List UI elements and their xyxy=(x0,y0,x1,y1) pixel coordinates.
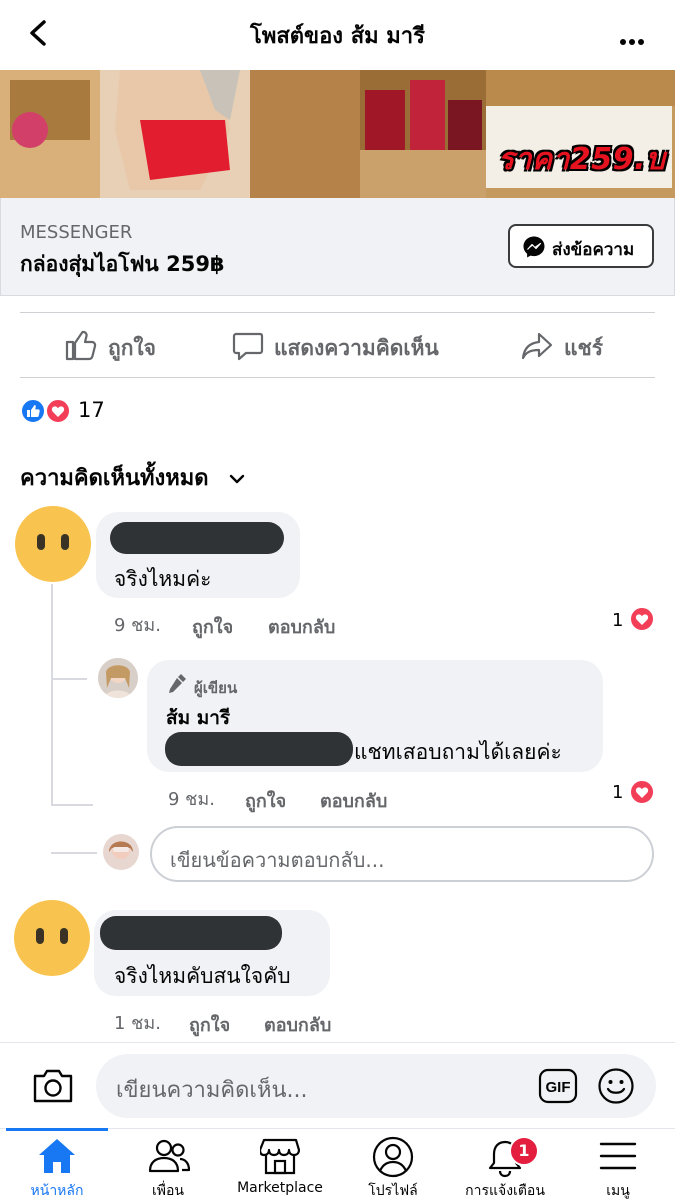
reply-author[interactable]: ส้ม มารี xyxy=(166,703,230,733)
tab-label: เมนู xyxy=(606,1183,630,1199)
home-icon xyxy=(39,1139,75,1173)
chevron-down-icon xyxy=(230,474,245,484)
comment-time: 1 ชม. xyxy=(114,1013,161,1034)
share-button[interactable]: แชร์ xyxy=(520,326,610,366)
divider xyxy=(20,312,655,313)
like-button[interactable]: ถูกใจ xyxy=(64,326,174,366)
reply-placeholder: เขียนข้อความตอบกลับ... xyxy=(170,848,385,872)
author-badge: ผู้เขียน xyxy=(194,679,238,697)
divider xyxy=(20,377,655,378)
comments-heading: ความคิดเห็นทั้งหมด xyxy=(20,466,209,491)
profile-icon xyxy=(372,1136,414,1178)
camera-icon[interactable] xyxy=(32,1068,74,1104)
cta-title: กล่องสุ่มไอโฟน 259฿ xyxy=(20,252,225,276)
cta-label: MESSENGER xyxy=(20,222,133,243)
comment-reply-link[interactable]: ตอบกลับ xyxy=(268,612,335,641)
comment-placeholder: เขียนความคิดเห็น... xyxy=(116,1078,308,1103)
thread-line xyxy=(51,804,93,806)
current-user-avatar xyxy=(103,834,139,870)
redacted-name xyxy=(100,916,282,950)
comment-like-link[interactable]: ถูกใจ xyxy=(192,612,233,641)
tab-friends[interactable]: เพื่อน xyxy=(113,1132,223,1199)
redacted-name xyxy=(110,522,284,554)
love-reaction-icon xyxy=(629,779,655,805)
reply-text: แชทเสอบถามได้เลยค่ะ xyxy=(354,740,562,764)
tab-home[interactable]: หน้าหลัก xyxy=(2,1132,112,1199)
tab-marketplace[interactable]: Marketplace xyxy=(225,1132,335,1198)
comments-filter[interactable]: ความคิดเห็นทั้งหมด xyxy=(20,460,246,495)
love-reaction-icon xyxy=(629,606,655,632)
send-message-label: ส่งข้อความ xyxy=(552,240,635,260)
page-title: โพสต์ของ ส้ม มารี xyxy=(250,24,425,49)
thread-line xyxy=(51,584,53,804)
notification-badge: 1 xyxy=(509,1136,539,1166)
gif-icon[interactable]: GIF xyxy=(538,1068,578,1104)
author-badge-icon xyxy=(169,674,186,693)
thread-line xyxy=(51,678,87,680)
like-reaction-icon xyxy=(20,398,46,424)
thumbs-up-icon xyxy=(65,330,97,361)
comment-icon xyxy=(232,332,264,361)
commenter-avatar[interactable] xyxy=(14,900,90,976)
comment-text: จริงไหมค่ะ xyxy=(114,567,212,591)
redacted-text xyxy=(165,732,353,766)
tab-label: Marketplace xyxy=(237,1180,323,1196)
tab-menu[interactable]: เมนู xyxy=(563,1132,673,1199)
author-avatar[interactable] xyxy=(98,658,138,698)
comment-label: แสดงความคิดเห็น xyxy=(274,336,439,360)
menu-icon xyxy=(599,1142,637,1170)
author-photo xyxy=(98,658,138,698)
share-icon xyxy=(521,332,553,360)
comment-like-link[interactable]: ถูกใจ xyxy=(189,1010,230,1039)
friends-icon xyxy=(148,1139,191,1173)
comment-button[interactable]: แสดงความคิดเห็น xyxy=(232,326,452,366)
tab-label: การแจ้งเตือน xyxy=(465,1183,545,1199)
active-tab-indicator xyxy=(6,1128,108,1131)
comment-reaction-count: 1 xyxy=(612,610,624,631)
emoji-icon[interactable] xyxy=(597,1067,635,1105)
commenter-avatar[interactable] xyxy=(15,506,91,582)
tab-label: โปรไฟล์ xyxy=(368,1183,418,1199)
thread-line xyxy=(51,852,97,854)
more-options-icon[interactable] xyxy=(620,30,647,49)
comment-time: 9 ชม. xyxy=(114,615,161,636)
marketplace-icon xyxy=(260,1138,300,1175)
love-reaction-icon xyxy=(45,398,71,424)
user-photo xyxy=(103,834,139,870)
reply-time: 9 ชม. xyxy=(168,789,215,810)
share-label: แชร์ xyxy=(564,336,604,360)
reply-reply-link[interactable]: ตอบกลับ xyxy=(320,786,387,815)
tab-notifications[interactable]: การแจ้งเตือน xyxy=(450,1132,560,1199)
tab-label: เพื่อน xyxy=(152,1183,184,1199)
like-label: ถูกใจ xyxy=(108,336,156,360)
reply-like-link[interactable]: ถูกใจ xyxy=(245,786,286,815)
svg-text:GIF: GIF xyxy=(546,1079,571,1096)
price-label: ราคา259.บ xyxy=(498,142,666,177)
reply-reaction-count: 1 xyxy=(612,782,624,803)
tab-label: หน้าหลัก xyxy=(30,1183,84,1199)
comment-text: จริงไหมคับสนใจคับ xyxy=(114,964,291,988)
comment-reply-link[interactable]: ตอบกลับ xyxy=(264,1010,331,1039)
tab-profile[interactable]: โปรไฟล์ xyxy=(338,1132,448,1199)
reaction-count[interactable]: 17 xyxy=(78,398,105,422)
messenger-icon xyxy=(523,236,545,258)
